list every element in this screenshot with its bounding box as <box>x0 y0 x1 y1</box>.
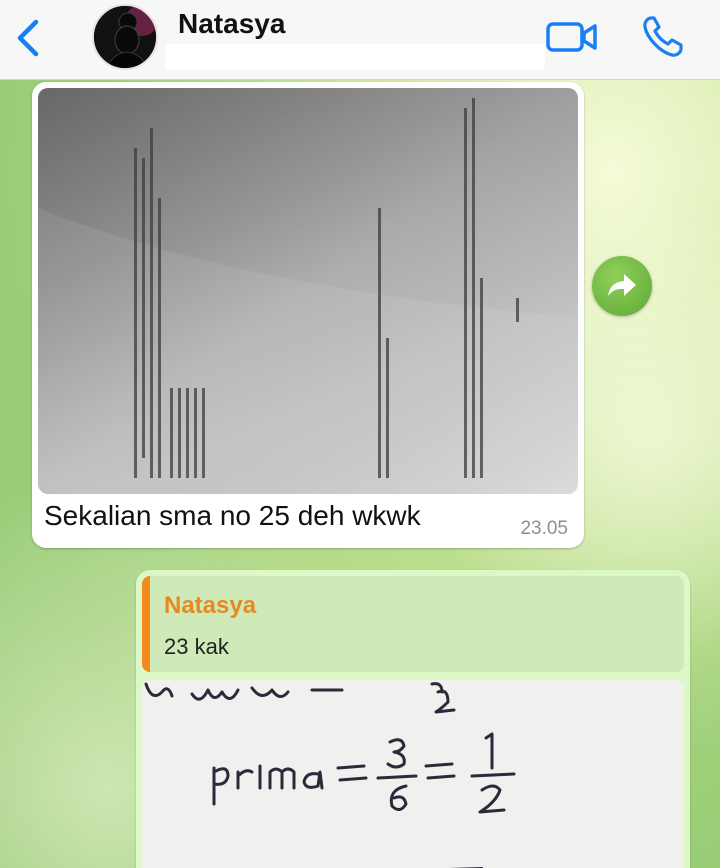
message-caption: Sekalian sma no 25 deh wkwk <box>44 500 421 531</box>
chat-header: Natasya <box>0 0 720 80</box>
reply-author: Natasya <box>164 592 257 619</box>
reply-accent-bar <box>142 576 150 672</box>
photo-attachment-handwritten-note[interactable] <box>142 680 684 868</box>
share-arrow-icon <box>608 274 636 296</box>
phone-icon[interactable] <box>640 14 686 60</box>
video-call-icon[interactable] <box>546 20 598 54</box>
incoming-message-bubble[interactable]: Sekalian sma no 25 deh wkwk 23.05 <box>32 82 584 548</box>
handwriting-image <box>142 680 684 868</box>
contact-name[interactable]: Natasya <box>178 8 285 40</box>
reply-text: 23 kak <box>164 634 229 659</box>
outgoing-message-bubble[interactable]: Natasya 23 kak <box>136 570 690 868</box>
contact-status-redacted <box>165 44 545 70</box>
message-time: 23.05 <box>520 518 568 539</box>
photo-attachment-exam-page[interactable] <box>38 88 578 494</box>
forward-button[interactable] <box>592 256 652 316</box>
avatar[interactable] <box>92 4 158 70</box>
photo-content <box>38 88 578 494</box>
chevron-left-icon[interactable] <box>14 18 44 58</box>
quoted-reply[interactable]: Natasya 23 kak <box>142 576 684 672</box>
avatar-image <box>94 6 156 68</box>
